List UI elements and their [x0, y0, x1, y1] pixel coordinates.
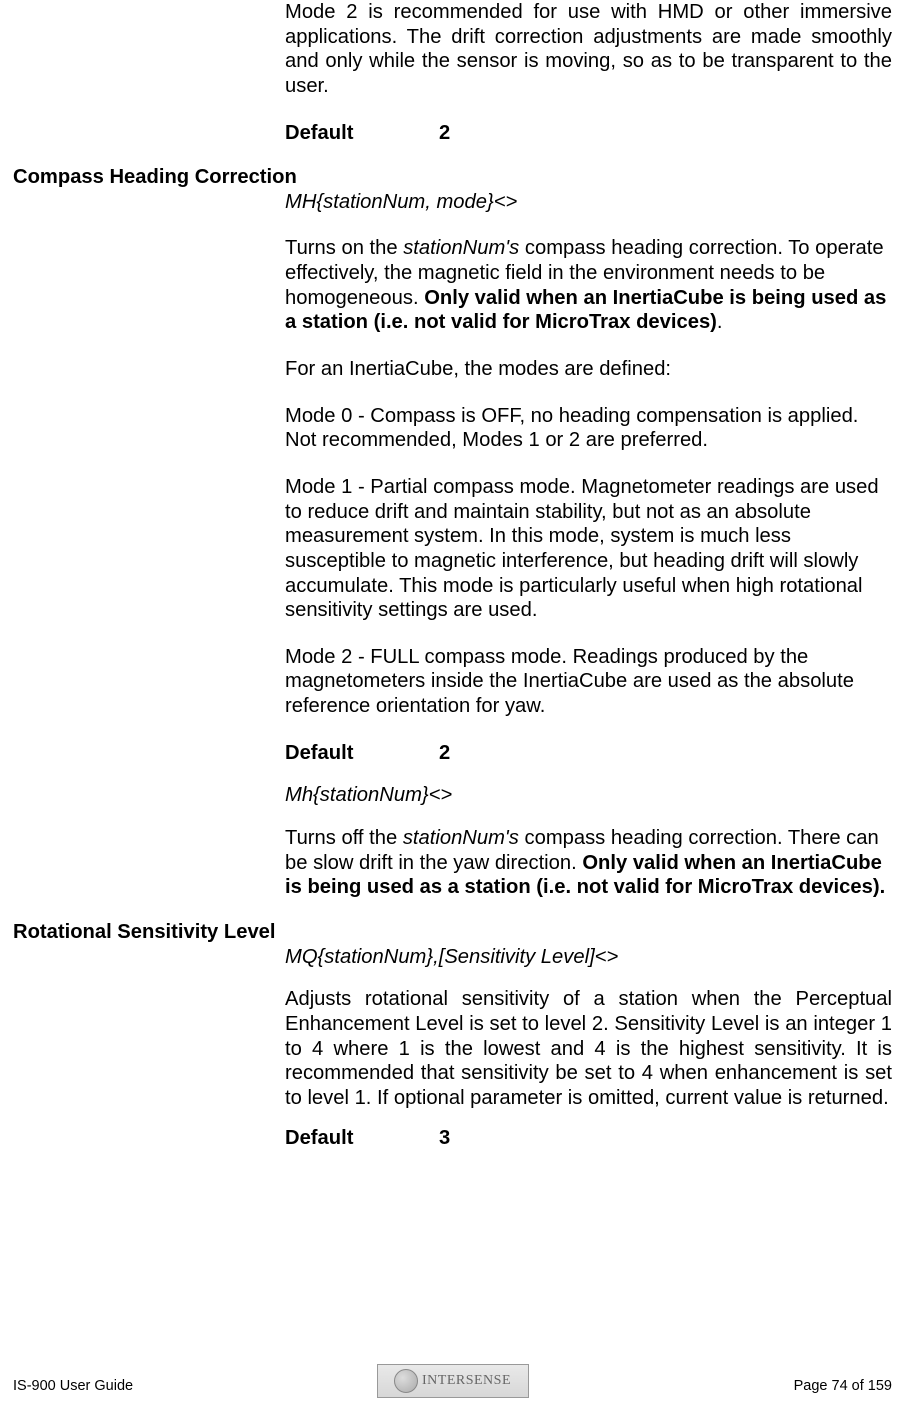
compass-paragraph-off: Turns off the stationNum's compass headi…	[285, 826, 892, 900]
intro-paragraph: Mode 2 is recommended for use with HMD o…	[285, 0, 892, 99]
page-content: Mode 2 is recommended for use with HMD o…	[13, 0, 892, 1151]
compass-default-row: Default 2	[285, 741, 892, 766]
section-heading-rotational: Rotational Sensitivity Level	[13, 920, 892, 945]
default-label: Default	[285, 742, 353, 764]
page-footer: IS-900 User Guide Page 74 of 159 INTERSE…	[13, 1378, 892, 1396]
default-value: 2	[439, 121, 450, 146]
text-run-italic: stationNum's	[403, 237, 519, 259]
compass-mode-2: Mode 2 - FULL compass mode. Readings pro…	[285, 645, 892, 719]
rotational-paragraph: Adjusts rotational sensitivity of a stat…	[285, 987, 892, 1110]
footer-page-number: Page 74 of 159	[794, 1378, 892, 1396]
compass-mode-1: Mode 1 - Partial compass mode. Magnetome…	[285, 475, 892, 623]
text-run: Turns off the	[285, 827, 403, 849]
text-run: Turns on the	[285, 237, 403, 259]
globe-icon	[394, 1369, 418, 1393]
compass-modes-intro: For an InertiaCube, the modes are define…	[285, 357, 892, 382]
default-value: 3	[439, 1126, 450, 1151]
intro-default-row: Default 2	[285, 121, 892, 146]
compass-syntax-on: MH{stationNum, mode}<>	[285, 190, 892, 215]
compass-syntax-off: Mh{stationNum}<>	[285, 783, 892, 808]
logo-text: INTERSENSE	[422, 1372, 511, 1389]
default-label: Default	[285, 1127, 353, 1149]
intersense-logo: INTERSENSE	[377, 1364, 529, 1398]
document-page: Mode 2 is recommended for use with HMD o…	[0, 0, 907, 1422]
default-label: Default	[285, 122, 353, 144]
rotational-syntax: MQ{stationNum},[Sensitivity Level]<>	[285, 945, 892, 970]
compass-paragraph-1: Turns on the stationNum's compass headin…	[285, 236, 892, 335]
default-value: 2	[439, 741, 450, 766]
text-run: .	[717, 311, 723, 333]
section-heading-compass: Compass Heading Correction	[13, 165, 892, 190]
footer-doc-title: IS-900 User Guide	[13, 1378, 133, 1396]
compass-mode-0: Mode 0 - Compass is OFF, no heading comp…	[285, 404, 892, 453]
rotational-default-row: Default 3	[285, 1126, 892, 1151]
text-run-italic: stationNum's	[403, 827, 519, 849]
footer-logo-wrap: INTERSENSE	[377, 1364, 529, 1398]
